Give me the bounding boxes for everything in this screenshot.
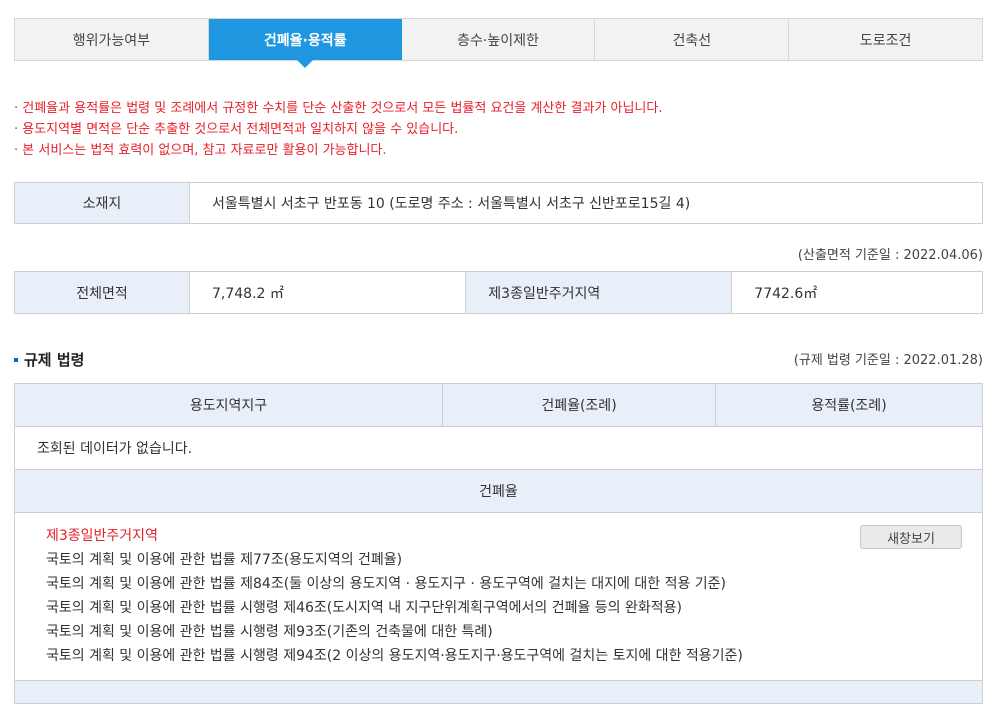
zone-name: 제3종일반주거지역 xyxy=(46,528,158,544)
tab-building-line[interactable]: 건축선 xyxy=(595,19,790,60)
location-table: 소재지 서울특별시 서초구 반포동 10 (도로명 주소 : 서울특별시 서초구… xyxy=(14,182,983,224)
notice-list: 건폐율과 용적률은 법령 및 조례에서 규정한 수치를 단순 산출한 것으로서 … xyxy=(14,98,662,161)
tab-road-condition[interactable]: 도로조건 xyxy=(789,19,982,60)
coverage-detail-cell: 새창보기 제3종일반주거지역 국토의 계획 및 이용에 관한 법률 제77조(용… xyxy=(14,512,983,681)
table-row: 새창보기 제3종일반주거지역 국토의 계획 및 이용에 관한 법률 제77조(용… xyxy=(14,512,983,681)
regulations-title: 규제 법령 xyxy=(24,351,85,369)
zone-area-value: 7742.6㎡ xyxy=(731,271,983,314)
tab-permission[interactable]: 행위가능여부 xyxy=(15,19,209,60)
law-link[interactable]: 국토의 계획 및 이용에 관한 법률 시행령 제93조(기존의 건축물에 대한 … xyxy=(46,620,962,644)
location-value: 서울특별시 서초구 반포동 10 (도로명 주소 : 서울특별시 서초구 신반포… xyxy=(189,182,983,224)
notice-item: 건폐율과 용적률은 법령 및 조례에서 규정한 수치를 단순 산출한 것으로서 … xyxy=(14,98,662,119)
column-header-zone: 용도지역지구 xyxy=(14,383,443,427)
tab-bar: 행위가능여부 건폐율·용적률 층수·높이제한 건축선 도로조건 xyxy=(14,18,983,68)
new-window-button[interactable]: 새창보기 xyxy=(860,525,962,549)
column-header-coverage: 건폐율(조례) xyxy=(442,383,716,427)
regulations-section-title: 규제 법령 xyxy=(14,349,84,370)
table-row: 건폐율 xyxy=(14,469,983,513)
tab-height-limit[interactable]: 층수·높이제한 xyxy=(402,19,596,60)
notice-item: 본 서비스는 법적 효력이 없으며, 참고 자료로만 활용이 가능합니다. xyxy=(14,140,662,161)
zone-area-label: 제3종일반주거지역 xyxy=(465,271,733,314)
location-label: 소재지 xyxy=(14,182,190,224)
tab-coverage-floor-area-ratio[interactable]: 건폐율·용적률 xyxy=(208,19,402,68)
table-header-row: 용도지역지구 건폐율(조례) 용적률(조례) xyxy=(14,383,983,427)
law-link[interactable]: 국토의 계획 및 이용에 관한 법률 제77조(용도지역의 건폐율) xyxy=(46,548,962,572)
table-row xyxy=(14,680,983,704)
table-row: 조회된 데이터가 없습니다. xyxy=(14,426,983,470)
law-link[interactable]: 국토의 계획 및 이용에 관한 법률 시행령 제46조(도시지역 내 지구단위계… xyxy=(46,596,962,620)
law-link[interactable]: 국토의 계획 및 이용에 관한 법률 제84조(둘 이상의 용도지역 · 용도지… xyxy=(46,572,962,596)
no-data-message: 조회된 데이터가 없습니다. xyxy=(14,426,983,470)
coverage-subheader: 건폐율 xyxy=(14,469,983,513)
bullet-icon xyxy=(14,357,18,362)
regulations-basis-date: (규제 법령 기준일 : 2022.01.28) xyxy=(793,353,983,368)
area-basis-date: (산출면적 기준일 : 2022.04.06) xyxy=(797,248,983,263)
regulations-table: 용도지역지구 건폐율(조례) 용적률(조례) 조회된 데이터가 없습니다. 건폐… xyxy=(14,383,983,704)
total-area-value: 7,748.2 ㎡ xyxy=(188,271,467,314)
total-area-label: 전체면적 xyxy=(14,271,190,314)
notice-item: 용도지역별 면적은 단순 추출한 것으로서 전체면적과 일치하지 않을 수 있습… xyxy=(14,119,662,140)
next-subheader xyxy=(14,680,983,704)
law-link[interactable]: 국토의 계획 및 이용에 관한 법률 시행령 제94조(2 이상의 용도지역·용… xyxy=(46,644,962,668)
column-header-floor-area: 용적률(조례) xyxy=(715,383,983,427)
area-table: 전체면적 7,748.2 ㎡ 제3종일반주거지역 7742.6㎡ xyxy=(14,271,983,314)
